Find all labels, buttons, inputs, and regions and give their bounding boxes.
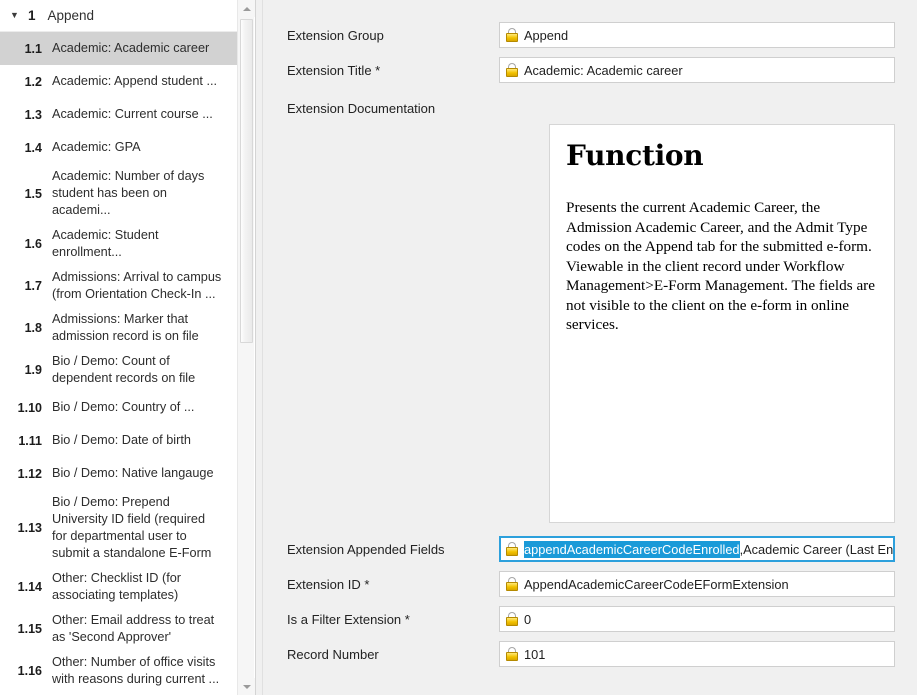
appended-fields-input[interactable]: appendAcademicCareerCodeEnrolled,Academi…: [499, 536, 895, 562]
tree-item-number: 1.11: [18, 433, 42, 448]
field-row-record-number: Record Number 101: [263, 641, 917, 667]
tree-item-number: 1.3: [24, 107, 42, 122]
tree-item-number: 1.2: [24, 74, 42, 89]
tree-item-label: Other: Email address to treat as 'Second…: [52, 613, 215, 644]
scroll-up-arrow-icon[interactable]: [238, 0, 255, 17]
tree-item-1-10[interactable]: 1.10 Bio / Demo: Country of ...: [0, 391, 237, 424]
extension-group-input[interactable]: Append: [499, 22, 895, 48]
sidebar: ▼ 1 Append 1.1 Academic: Academic career 1…: [0, 0, 256, 695]
extension-documentation-box[interactable]: Function Presents the current Academic C…: [549, 124, 895, 523]
extension-group-value: Append: [524, 27, 569, 43]
sidebar-scrollbar[interactable]: [237, 0, 255, 695]
lock-icon: [506, 28, 518, 42]
tree-item-number: 1.7: [24, 279, 42, 293]
tree-item-1-1[interactable]: 1.1 Academic: Academic career: [0, 32, 237, 65]
tree-item-number: 1.13: [17, 521, 42, 535]
app-window: ▼ 1 Append 1.1 Academic: Academic career 1…: [0, 0, 917, 695]
tree-item-label: Admissions: Marker that admission record…: [52, 312, 199, 343]
field-row-appended-fields: Extension Appended Fields appendAcademic…: [263, 536, 917, 562]
tree-item-number: 1.9: [24, 363, 42, 377]
scrollbar-thumb[interactable]: [240, 19, 253, 343]
field-row-extension-id: Extension ID * AppendAcademicCareerCodeE…: [263, 571, 917, 597]
tree-item-number: 1.4: [24, 140, 42, 155]
extension-id-label: Extension ID *: [287, 576, 370, 592]
tree-item-label: Bio / Demo: Prepend University ID field …: [52, 495, 212, 560]
tree-item-1-6[interactable]: 1.6 Academic: Student enrollment...: [0, 223, 237, 265]
filter-extension-value: 0: [524, 611, 532, 627]
tree-item-number: 1.14: [17, 580, 42, 594]
extension-group-label: Extension Group: [287, 27, 384, 43]
scroll-down-arrow-icon[interactable]: [238, 678, 255, 695]
panel-splitter[interactable]: [256, 0, 263, 695]
lock-icon: [506, 647, 518, 661]
tree-item-label: Academic: Current course ...: [52, 107, 213, 121]
tree-item-1-4[interactable]: 1.4 Academic: GPA: [0, 131, 237, 164]
field-row-filter-extension: Is a Filter Extension * 0: [263, 606, 917, 632]
tree-group-append[interactable]: ▼ 1 Append: [0, 0, 237, 32]
lock-icon: [506, 542, 518, 556]
tree-item-1-2[interactable]: 1.2 Academic: Append student ...: [0, 65, 237, 98]
field-row-extension-group: Extension Group Append: [263, 22, 917, 48]
lock-icon: [506, 63, 518, 77]
extension-title-input[interactable]: Academic: Academic career: [499, 57, 895, 83]
tree-item-1-14[interactable]: 1.14 Other: Checklist ID (for associating…: [0, 566, 237, 608]
tree-item-1-3[interactable]: 1.3 Academic: Current course ...: [0, 98, 237, 131]
tree-item-number: 1.6: [24, 237, 42, 251]
tree-item-1-16[interactable]: 1.16 Other: Number of office visits with …: [0, 650, 237, 692]
documentation-body: Presents the current Academic Career, th…: [566, 199, 875, 333]
tree-item-1-11[interactable]: 1.11 Bio / Demo: Date of birth: [0, 424, 237, 457]
extension-documentation-label: Extension Documentation: [287, 101, 436, 116]
documentation-heading: Function: [566, 139, 704, 172]
tree-item-number: 1.16: [17, 664, 42, 678]
tree-item-1-8[interactable]: 1.8 Admissions: Marker that admission rec…: [0, 307, 237, 349]
filter-extension-input[interactable]: 0: [499, 606, 895, 632]
appended-fields-label: Extension Appended Fields: [287, 541, 445, 557]
extension-tree-list[interactable]: ▼ 1 Append 1.1 Academic: Academic career 1…: [0, 0, 238, 695]
tree-item-label: Bio / Demo: Count of dependent records o…: [52, 354, 196, 385]
tree-rows-container: 1.1 Academic: Academic career 1.2 Academic:…: [0, 32, 237, 695]
record-number-value: 101: [524, 646, 546, 662]
tree-group-label: Append: [47, 8, 95, 23]
filter-extension-label: Is a Filter Extension *: [287, 611, 410, 627]
tree-item-1-13[interactable]: 1.13 Bio / Demo: Prepend University ID fi…: [0, 490, 237, 566]
tree-item-label: Academic: Number of days student has bee…: [52, 169, 205, 217]
chevron-down-icon[interactable]: ▼: [10, 11, 24, 20]
lock-icon: [506, 577, 518, 591]
record-number-label: Record Number: [287, 646, 379, 662]
appended-fields-selected-text: appendAcademicCareerCodeEnrolled: [524, 540, 740, 558]
tree-item-number: 1.10: [17, 400, 42, 415]
tree-item-label: Bio / Demo: Country of ...: [52, 400, 195, 414]
record-number-input[interactable]: 101: [499, 641, 895, 667]
tree-item-label: Other: Checklist ID (for associating tem…: [52, 571, 182, 602]
field-row-extension-title: Extension Title * Academic: Academic car…: [263, 57, 917, 83]
tree-item-1-7[interactable]: 1.7 Admissions: Arrival to campus (from O…: [0, 265, 237, 307]
tree-item-number: 1.15: [17, 622, 42, 636]
tree-item-1-15[interactable]: 1.15 Other: Email address to treat as 'Se…: [0, 608, 237, 650]
tree-item-label: Academic: Academic career: [52, 41, 210, 55]
tree-item-label: Bio / Demo: Native langauge: [52, 466, 214, 480]
appended-fields-value: appendAcademicCareerCodeEnrolled,Academi…: [524, 540, 894, 558]
tree-item-1-12[interactable]: 1.12 Bio / Demo: Native langauge: [0, 457, 237, 490]
tree-item-number: 1.8: [24, 321, 42, 335]
tree-item-label: Other: Number of office visits with reas…: [52, 655, 220, 686]
tree-item-label: Academic: Append student ...: [52, 74, 218, 88]
tree-item-number: 1.12: [17, 466, 42, 481]
appended-fields-rest-text: ,Academic Career (Last Enrolled): [739, 541, 894, 557]
tree-item-label: Academic: GPA: [52, 140, 141, 154]
tree-item-number: 1.5: [24, 186, 42, 201]
tree-item-number: 1.1: [24, 41, 42, 56]
extension-title-value: Academic: Academic career: [524, 62, 683, 78]
tree-item-label: Bio / Demo: Date of birth: [52, 433, 191, 447]
tree-item-1-9[interactable]: 1.9 Bio / Demo: Count of dependent record…: [0, 349, 237, 391]
tree-item-label: Academic: Student enrollment...: [52, 228, 159, 259]
extension-id-value: AppendAcademicCareerCodeEFormExtension: [524, 576, 789, 592]
extension-id-input[interactable]: AppendAcademicCareerCodeEFormExtension: [499, 571, 895, 597]
lock-icon: [506, 612, 518, 626]
extension-title-label: Extension Title *: [287, 62, 381, 78]
tree-group-number: 1: [28, 8, 36, 23]
tree-item-label: Admissions: Arrival to campus (from Orie…: [52, 270, 222, 301]
extension-detail-panel: Extension Group Append Extension Title *…: [263, 0, 917, 695]
tree-item-1-5[interactable]: 1.5 Academic: Number of days student has …: [0, 164, 237, 223]
